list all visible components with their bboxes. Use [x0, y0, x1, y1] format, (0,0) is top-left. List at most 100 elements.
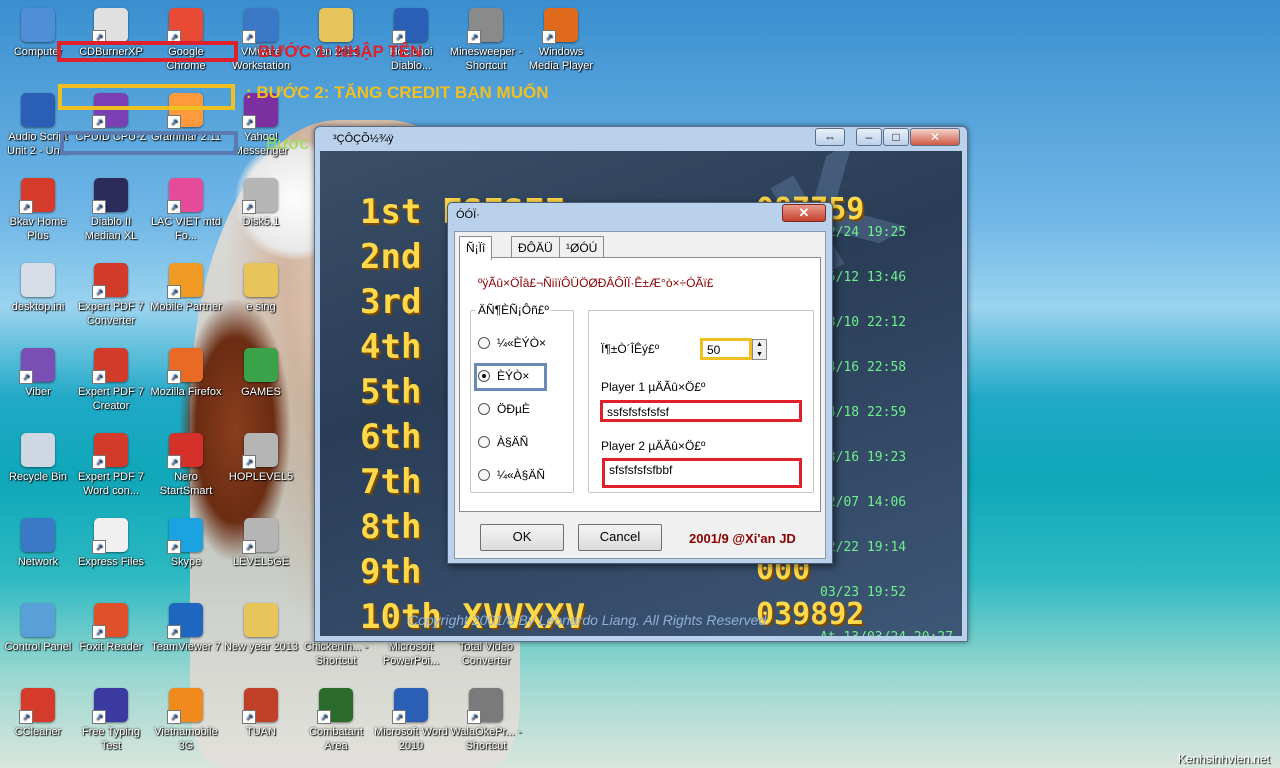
difficulty-radio[interactable]: ¼«ÈÝÒ×: [478, 336, 546, 350]
difficulty-group-label: ÄÑ¶ÈÑ¡Ôñ£º: [476, 303, 551, 317]
tab-about[interactable]: ¹ØÓÚ: [559, 236, 605, 258]
cancel-button[interactable]: Cancel: [578, 524, 662, 551]
highlight-step1: [57, 41, 238, 62]
app-icon: [392, 688, 428, 724]
app-icon: [92, 8, 128, 44]
player1-label: Player 1 µÄÃû×Ö£º: [601, 380, 706, 394]
desktop-icon-label: desktop.ini: [11, 301, 65, 313]
app-icon: [92, 178, 128, 214]
app-icon: [167, 8, 203, 44]
app-icon: [244, 603, 278, 637]
desktop-icon[interactable]: LEVEL5GE: [223, 518, 299, 569]
credit-spinner[interactable]: ▲ ▼: [752, 339, 767, 360]
desktop-icon-label: Vietnamobile 3G: [154, 726, 218, 752]
desktop-icon-label: Mobile Partner: [150, 301, 222, 313]
desktop-icon[interactable]: Hoc choi Diablo...: [373, 8, 449, 73]
tab-options[interactable]: Ñ¡Ïî: [459, 236, 493, 260]
app-icon: [242, 688, 278, 724]
app-icon: [19, 178, 55, 214]
desktop-icon[interactable]: Mobile Partner: [148, 263, 224, 314]
app-icon: [19, 688, 55, 724]
app-icon: [21, 263, 55, 297]
desktop-icon-label: Expert PDF 7 Converter: [77, 301, 145, 327]
desktop-icon-label: Expert PDF 7 Word con...: [77, 471, 145, 497]
desktop-icon[interactable]: Express Files: [73, 518, 149, 569]
desktop-icon[interactable]: Nero StartSmart: [148, 433, 224, 498]
ok-button[interactable]: OK: [480, 524, 564, 551]
desktop-icon-label: Chickenin... - Shortcut: [303, 641, 369, 667]
desktop-icon[interactable]: Network: [0, 518, 76, 569]
step2-label: : BƯỚC 2: TĂNG CREDIT BẠN MUỐN: [246, 83, 549, 102]
dialog-credit-text: 2001/9 @Xi'an JD: [689, 531, 796, 546]
rank-date: At 13/03/24 20:27: [820, 630, 953, 636]
app-icon: [467, 688, 503, 724]
desktop-icon[interactable]: Expert PDF 7 Word con...: [73, 433, 149, 498]
app-icon: [317, 688, 353, 724]
credit-label: Ï¶±Ò´ÎÊý£º: [601, 342, 660, 356]
app-icon: [92, 518, 128, 554]
rank-name: 7th: [360, 462, 422, 502]
game-close-button[interactable]: ✕: [910, 128, 960, 146]
desktop-icon-label: WalaOkePr... - Shortcut: [450, 726, 522, 752]
desktop-icon[interactable]: Bkav Home Plus: [0, 178, 76, 243]
difficulty-radio[interactable]: À§ÄÑ: [478, 435, 528, 449]
desktop-icon-label: Disk5.1: [242, 216, 280, 228]
desktop-icon[interactable]: Microsoft Word 2010: [373, 688, 449, 753]
credit-input[interactable]: 50: [700, 338, 752, 360]
desktop-icon[interactable]: TeamViewer 7: [148, 603, 224, 654]
desktop-icon[interactable]: e sing: [223, 263, 299, 314]
desktop-icon[interactable]: Free Typing Test: [73, 688, 149, 753]
highlight-difficulty: [474, 363, 547, 391]
dialog-close-button[interactable]: ✕: [782, 204, 826, 222]
desktop-icon-label: e sing: [246, 301, 276, 313]
desktop-icon[interactable]: CCleaner: [0, 688, 76, 739]
difficulty-radio[interactable]: ¼«À§ÄÑ: [478, 468, 545, 482]
player2-label: Player 2 µÄÃû×Ö£º: [601, 439, 706, 453]
desktop-icon-label: Nero StartSmart: [159, 471, 213, 497]
restore-button[interactable]: ⇔: [815, 128, 845, 146]
difficulty-radio[interactable]: ÖÐµÈ: [478, 402, 530, 416]
app-icon: [19, 348, 55, 384]
app-icon: [167, 348, 203, 384]
desktop-icon[interactable]: desktop.ini: [0, 263, 76, 314]
desktop-icon[interactable]: Viber: [0, 348, 76, 399]
player1-name-input[interactable]: ssfsfsfsfsfsf: [600, 400, 802, 422]
desktop-icon[interactable]: Mozilla Firefox: [148, 348, 224, 399]
desktop-icon[interactable]: Expert PDF 7 Converter: [73, 263, 149, 328]
desktop-icon[interactable]: Minesweeper - Shortcut: [448, 8, 524, 73]
player2-name-input[interactable]: sfsfsfsfsfbbf: [602, 458, 802, 488]
desktop-icon[interactable]: HOPLEVEL5: [223, 433, 299, 484]
app-icon: [92, 348, 128, 384]
app-icon: [167, 688, 203, 724]
app-icon: [21, 433, 55, 467]
app-icon: [167, 603, 203, 639]
desktop-icon[interactable]: LAC VIET mtd Fo...: [148, 178, 224, 243]
desktop-icon-label: Diablo II Median XL: [84, 216, 138, 242]
desktop-icon[interactable]: Control Panel: [0, 603, 76, 654]
watermark: Kenhsinhvien.net: [1177, 752, 1270, 766]
desktop-icon[interactable]: Vietnamobile 3G: [148, 688, 224, 753]
desktop-icon[interactable]: Diablo II Median XL: [73, 178, 149, 243]
tab-performance[interactable]: ÐÔÄÜ: [511, 236, 560, 258]
desktop-icon[interactable]: Disk5.1: [223, 178, 299, 229]
desktop-icon-label: Bkav Home Plus: [9, 216, 67, 242]
rank-name: 3rd: [360, 282, 422, 322]
maximize-button[interactable]: □: [883, 128, 909, 146]
desktop-icon[interactable]: GAMES: [223, 348, 299, 399]
app-icon: [92, 688, 128, 724]
desktop-icon[interactable]: Skype: [148, 518, 224, 569]
desktop-icon[interactable]: Windows Media Player: [523, 8, 599, 73]
app-icon: [167, 518, 203, 554]
desktop-icon[interactable]: Recycle Bin: [0, 433, 76, 484]
desktop-icon[interactable]: Expert PDF 7 Creator: [73, 348, 149, 413]
rank-name: 9th: [360, 552, 422, 592]
desktop-icon[interactable]: TUAN: [223, 688, 299, 739]
minimize-button[interactable]: –: [856, 128, 882, 146]
desktop-icon[interactable]: WalaOkePr... - Shortcut: [448, 688, 524, 753]
dialog-title: ÓÓÏ·: [456, 209, 480, 221]
desktop-icon-label: Microsoft Word 2010: [374, 726, 448, 752]
desktop-icon[interactable]: Foxit Reader: [73, 603, 149, 654]
desktop-icon[interactable]: Combatant Area: [298, 688, 374, 753]
desktop-icon[interactable]: New year 2013: [223, 603, 299, 654]
dialog-heading: ºÿÃû×ÖÎâ£¬ÑiìïÔÜÖØÐÂÔÏÏ·Ê±Æ°ò×÷ÓÃï£: [478, 276, 714, 290]
